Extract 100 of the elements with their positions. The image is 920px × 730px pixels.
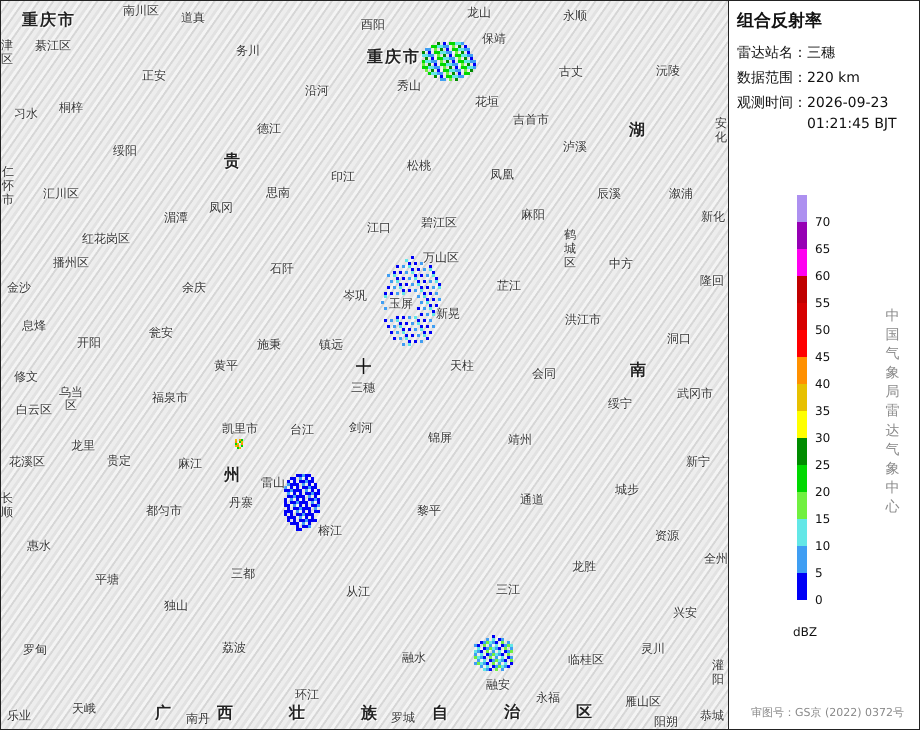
panel-title: 组合反射率	[737, 10, 823, 33]
place-label: 三江	[496, 583, 520, 597]
place-label: 麻阳	[521, 208, 545, 222]
place-label: 施秉	[257, 338, 281, 352]
region-label: 州	[224, 466, 242, 484]
place-label: 綦江区	[35, 39, 71, 53]
legend-label: 30	[815, 432, 830, 444]
place-label: 凤凰	[490, 168, 514, 182]
place-label: 全州	[704, 552, 728, 566]
legend-label: 20	[815, 486, 830, 498]
place-label: 沅陵	[656, 64, 680, 78]
region-label: 自	[432, 704, 450, 722]
legend-label: 65	[815, 242, 830, 254]
place-label: 松桃	[407, 159, 431, 173]
field-label: 雷达站名：	[737, 44, 807, 62]
credit-text: 中国气象局雷达气象中心	[885, 306, 900, 518]
place-label: 中方	[609, 257, 633, 271]
place-label: 新宁	[686, 455, 710, 469]
field-label: 观测时间：	[737, 94, 807, 112]
place-label: 务川	[236, 44, 260, 58]
place-label: 罗城	[391, 711, 415, 725]
place-label: 隆回	[700, 274, 724, 288]
place-label: 福泉市	[152, 391, 188, 405]
region-label: 贵	[224, 152, 242, 170]
place-label: 黄平	[214, 359, 238, 373]
field-label: 数据范围：	[737, 68, 807, 88]
legend-label: 0	[815, 594, 823, 606]
place-label: 榕江	[318, 524, 342, 538]
place-label: 吉首市	[513, 113, 549, 127]
place-label: 剑河	[349, 421, 373, 435]
place-label: 兴安	[673, 606, 697, 620]
place-label: 瓮安	[149, 326, 173, 340]
legend-label: 15	[815, 512, 830, 524]
place-label: 龙山	[467, 6, 491, 20]
legend-label: 5	[815, 566, 823, 578]
place-label: 洪江市	[565, 313, 601, 327]
place-label: 玉屏	[389, 297, 413, 311]
place-label: 思南	[266, 186, 290, 200]
place-label: 贵定	[107, 454, 131, 468]
legend-label: 55	[815, 296, 830, 308]
radar-echo	[474, 635, 513, 671]
place-label: 万山区	[423, 251, 459, 265]
place-label: 会同	[532, 367, 556, 381]
place-label: 绥阳	[113, 144, 137, 158]
place-label: 武冈市	[677, 387, 713, 401]
region-label: 广	[155, 704, 173, 722]
place-label: 平塘	[95, 573, 119, 587]
region-label: 族	[361, 704, 379, 722]
place-label: 三穗	[351, 381, 375, 395]
region-label: 湖	[629, 121, 647, 139]
place-label: 凤冈	[209, 201, 233, 215]
place-label: 辰溪	[597, 187, 621, 201]
place-label: 安化	[715, 117, 727, 145]
place-label: 余庆	[182, 281, 206, 295]
place-label: 乐业	[7, 709, 31, 723]
place-label: 岑巩	[343, 289, 367, 303]
field-value: 2026-09-23 01:21:45 BJT	[807, 94, 898, 134]
place-label: 惠水	[27, 539, 51, 553]
place-label: 融安	[486, 678, 510, 692]
place-label: 天柱	[450, 359, 474, 373]
place-label: 黎平	[417, 504, 441, 518]
place-label: 津区	[1, 39, 13, 67]
place-label: 环江	[295, 688, 319, 702]
place-label: 印江	[331, 170, 355, 184]
place-label: 雁山区	[625, 695, 661, 709]
region-label: 重庆市	[22, 11, 76, 29]
place-label: 德江	[257, 122, 281, 136]
place-label: 开阳	[77, 336, 101, 350]
place-label: 石阡	[270, 262, 294, 276]
legend-label: 70	[815, 216, 830, 228]
place-label: 从江	[346, 585, 370, 599]
place-label: 仁怀市	[2, 165, 14, 207]
place-label: 城步	[615, 483, 639, 497]
place-label: 三都	[231, 567, 255, 581]
place-label: 红花岗区	[82, 232, 130, 246]
place-label: 靖州	[508, 433, 532, 447]
place-label: 道真	[181, 11, 205, 25]
region-label: 治	[504, 703, 522, 721]
place-label: 灌阳	[712, 659, 724, 687]
legend-label: 10	[815, 540, 830, 552]
place-label: 通道	[520, 493, 544, 507]
place-label: 龙胜	[572, 560, 596, 574]
place-label: 湄潭	[164, 211, 188, 225]
radar-echo	[235, 439, 243, 449]
place-label: 正安	[142, 69, 166, 83]
place-label: 丹寨	[229, 496, 253, 510]
place-label: 独山	[164, 599, 188, 613]
place-label: 播州区	[53, 256, 89, 270]
place-label: 花垣	[475, 95, 499, 109]
place-label: 绥宁	[608, 397, 632, 411]
place-label: 汇川区	[43, 187, 79, 201]
place-label: 修文	[14, 370, 38, 384]
place-label: 洞口	[667, 332, 691, 346]
region-label: 重庆市	[367, 48, 421, 66]
place-label: 阳朔	[654, 715, 678, 729]
place-label: 南川区	[123, 4, 159, 18]
legend-label: 50	[815, 324, 830, 336]
place-label: 乌当区	[58, 386, 84, 412]
place-label: 新化	[701, 210, 725, 224]
place-label: 永顺	[563, 9, 587, 23]
